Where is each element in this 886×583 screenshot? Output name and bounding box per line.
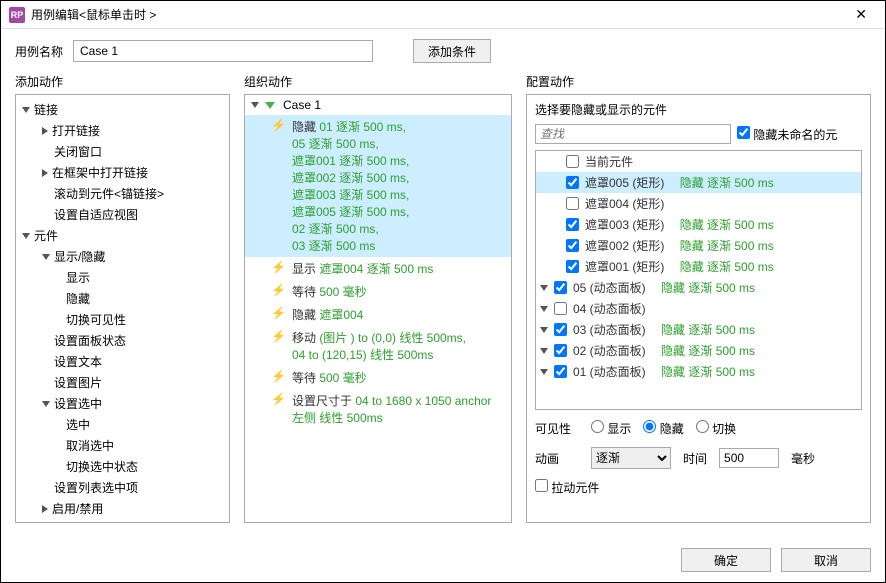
chevron-down-icon [540,348,548,354]
list-item[interactable]: 03 (动态面板) 隐藏 逐渐 500 ms [536,319,861,340]
radio-hide[interactable]: 隐藏 [643,420,683,437]
item-checkbox[interactable] [566,218,579,231]
window-title: 用例编辑<鼠标单击时 > [31,6,156,23]
chevron-down-icon [251,102,259,108]
chevron-down-icon [540,306,548,312]
action-row[interactable]: ⚡等待 500 毫秒 [245,366,511,389]
tree-item[interactable]: 滚动到元件<锚链接> [16,183,229,204]
close-icon[interactable]: ✕ [845,4,877,25]
bolt-icon: ⚡ [271,392,286,406]
chevron-down-icon [42,401,50,407]
time-input[interactable] [719,448,779,468]
list-item[interactable]: 02 (动态面板) 隐藏 逐渐 500 ms [536,340,861,361]
item-checkbox[interactable] [566,260,579,273]
list-item[interactable]: 当前元件 [536,151,861,172]
add-condition-button[interactable]: 添加条件 [413,39,491,63]
item-checkbox[interactable] [566,239,579,252]
chevron-down-icon [22,233,30,239]
tree-item[interactable]: 切换可见性 [16,309,229,330]
list-item[interactable]: 01 (动态面板) 隐藏 逐渐 500 ms [536,361,861,382]
pull-checkbox[interactable]: 拉动元件 [535,479,599,496]
tree-item[interactable]: 在框架中打开链接 [16,162,229,183]
tree-item[interactable]: 设置面板状态 [16,330,229,351]
bolt-icon: ⚡ [271,306,286,320]
bolt-icon: ⚡ [271,283,286,297]
ok-button[interactable]: 确定 [681,548,771,572]
bolt-icon: ⚡ [271,118,286,132]
bolt-icon: ⚡ [271,369,286,383]
list-item[interactable]: 遮罩004 (矩形) [536,193,861,214]
chevron-down-icon [540,285,548,291]
time-unit: 毫秒 [791,450,815,467]
tree-item[interactable]: 取消选中 [16,435,229,456]
tree-group-widgets[interactable]: 元件 [16,225,229,246]
chevron-down-icon [22,107,30,113]
list-item[interactable]: 遮罩001 (矩形) 隐藏 逐渐 500 ms [536,256,861,277]
tree-item[interactable]: 设置图片 [16,372,229,393]
tree-item[interactable]: 隐藏 [16,288,229,309]
case-label: Case 1 [283,98,321,112]
hide-unnamed-checkbox[interactable]: 隐藏未命名的元 [737,126,837,143]
list-item[interactable]: 遮罩002 (矩形) 隐藏 逐渐 500 ms [536,235,861,256]
tree-item[interactable]: 选中 [16,414,229,435]
tree-item[interactable]: 切换选中状态 [16,456,229,477]
tree-item[interactable]: 启用/禁用 [16,498,229,519]
bolt-icon: ⚡ [271,260,286,274]
action-row[interactable]: ⚡移动 (图片 ) to (0,0) 线性 500ms, 04 to (120,… [245,326,511,366]
app-logo: RP [9,7,25,23]
action-row[interactable]: ⚡隐藏 遮罩004 [245,303,511,326]
tree-item[interactable]: 打开链接 [16,120,229,141]
anim-select[interactable]: 逐渐 [591,447,671,469]
tree-item[interactable]: 设置文本 [16,351,229,372]
action-row[interactable]: ⚡显示 遮罩004 逐渐 500 ms [245,257,511,280]
tree-item[interactable]: 关闭窗口 [16,141,229,162]
item-checkbox[interactable] [566,155,579,168]
chevron-right-icon [42,505,48,513]
tree-item[interactable]: 设置选中 [16,393,229,414]
item-checkbox[interactable] [554,323,567,336]
item-checkbox[interactable] [554,344,567,357]
time-label: 时间 [683,450,707,467]
action-tree: 链接 打开链接 关闭窗口 在框架中打开链接 滚动到元件<锚链接> 设置自适应视图… [16,95,229,523]
tree-item[interactable]: 显示/隐藏 [16,246,229,267]
widget-list: 当前元件 遮罩005 (矩形) 隐藏 逐渐 500 ms 遮罩004 (矩形) … [535,150,862,410]
visibility-label: 可见性 [535,420,579,437]
action-row[interactable]: ⚡设置尺寸于 04 to 1680 x 1050 anchor 左侧 线性 50… [245,389,511,429]
col3-title: 配置动作 [526,73,871,90]
item-checkbox[interactable] [566,176,579,189]
item-checkbox[interactable] [554,302,567,315]
chevron-down-icon [42,254,50,260]
chevron-down-icon [540,327,548,333]
list-item[interactable]: 05 (动态面板) 隐藏 逐渐 500 ms [536,277,861,298]
radio-show[interactable]: 显示 [591,420,631,437]
tree-item[interactable]: 设置列表选中项 [16,477,229,498]
case-name-input[interactable] [73,40,373,62]
radio-toggle[interactable]: 切换 [696,420,736,437]
chevron-right-icon [42,169,48,177]
list-item[interactable]: 遮罩003 (矩形) 隐藏 逐渐 500 ms [536,214,861,235]
bolt-icon: ⚡ [271,329,286,343]
tree-item[interactable]: 移动 [16,519,229,523]
case-name-label: 用例名称 [15,43,63,60]
tree-item[interactable]: 显示 [16,267,229,288]
list-item[interactable]: 04 (动态面板) [536,298,861,319]
col1-title: 添加动作 [15,73,230,90]
search-input[interactable] [535,124,731,144]
case-row[interactable]: Case 1 [245,95,511,115]
tree-group-links[interactable]: 链接 [16,99,229,120]
config-subtitle: 选择要隐藏或显示的元件 [527,95,870,124]
cancel-button[interactable]: 取消 [781,548,871,572]
item-checkbox[interactable] [554,365,567,378]
case-icon [265,102,275,109]
chevron-down-icon [540,369,548,375]
chevron-right-icon [42,127,48,135]
anim-label: 动画 [535,450,579,467]
item-checkbox[interactable] [566,197,579,210]
item-checkbox[interactable] [554,281,567,294]
col2-title: 组织动作 [244,73,512,90]
action-row[interactable]: ⚡隐藏 01 逐渐 500 ms, 05 逐渐 500 ms, 遮罩001 逐渐… [245,115,511,257]
action-row[interactable]: ⚡等待 500 毫秒 [245,280,511,303]
list-item[interactable]: 遮罩005 (矩形) 隐藏 逐渐 500 ms [536,172,861,193]
tree-item[interactable]: 设置自适应视图 [16,204,229,225]
